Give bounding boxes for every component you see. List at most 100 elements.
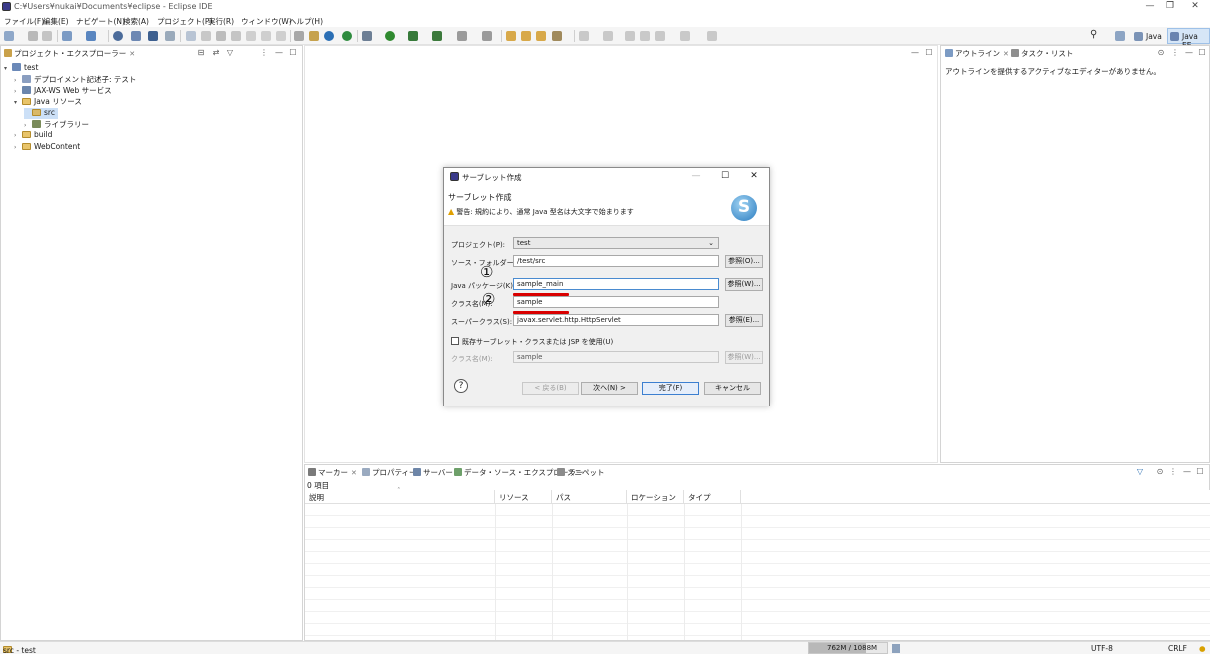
coverage-icon[interactable] xyxy=(408,31,418,41)
restore-button[interactable]: ❐ xyxy=(1160,1,1180,11)
link-editor-icon[interactable]: ⇄ xyxy=(212,49,220,57)
focus-icon[interactable]: ⊙ xyxy=(1156,468,1164,476)
minimize-view-icon[interactable]: — xyxy=(275,49,283,57)
menu-edit[interactable]: 編集(E) xyxy=(43,16,69,27)
tree-item-webcontent[interactable]: › WebContent xyxy=(14,142,80,153)
focus-icon[interactable]: ⊙ xyxy=(1157,49,1165,57)
tree-item-libraries[interactable]: › ライブラリー xyxy=(24,119,89,130)
maximize-view-icon[interactable]: ☐ xyxy=(1198,49,1206,57)
menu-window[interactable]: ウィンドウ(W) xyxy=(241,16,292,27)
view-menu-icon[interactable]: ⋮ xyxy=(1169,468,1177,476)
terminate-icon[interactable] xyxy=(216,31,226,41)
close-window-button[interactable]: ✕ xyxy=(1185,1,1205,11)
server-run-icon[interactable] xyxy=(342,31,352,41)
column-resource[interactable]: リソース xyxy=(495,490,552,504)
back-button[interactable]: < 戻る(B) xyxy=(522,382,579,395)
menu-file[interactable]: ファイル(F) xyxy=(4,16,44,27)
minimize-button[interactable]: — xyxy=(1140,1,1160,11)
forward-history-icon[interactable] xyxy=(680,31,690,41)
external-tools-icon[interactable] xyxy=(432,31,442,41)
dialog-maximize-button[interactable]: ☐ xyxy=(718,171,732,181)
new-package-icon[interactable] xyxy=(482,31,492,41)
browse-source-folder-button[interactable]: 参照(O)... xyxy=(725,255,763,268)
view-menu-icon[interactable]: ⋮ xyxy=(260,49,268,57)
maximize-view-icon[interactable]: ☐ xyxy=(1196,468,1204,476)
menu-project[interactable]: プロジェクト(P) xyxy=(157,16,212,27)
tree-item-build[interactable]: › build xyxy=(14,130,52,141)
view-menu-icon[interactable]: ⋮ xyxy=(1171,49,1179,57)
class-name-field[interactable]: sample xyxy=(513,296,719,308)
step-into-icon[interactable] xyxy=(246,31,256,41)
next-button[interactable]: 次へ(N) > xyxy=(581,382,638,395)
perspective-java[interactable]: Java xyxy=(1131,28,1166,44)
server-start-icon[interactable] xyxy=(324,31,334,41)
perspective-javaee[interactable]: Java EE xyxy=(1167,28,1210,50)
package-field[interactable]: sample_main xyxy=(513,278,719,290)
save-all-icon[interactable] xyxy=(42,31,52,41)
search-icon[interactable]: ⚲ xyxy=(1090,29,1097,40)
column-location[interactable]: ロケーション xyxy=(627,490,684,504)
tab-project-explorer[interactable]: プロジェクト・エクスプローラー ✕ xyxy=(4,48,135,59)
collapse-all-icon[interactable]: ⊟ xyxy=(197,49,205,57)
close-tab-icon[interactable]: ✕ xyxy=(1003,50,1009,58)
save-icon[interactable] xyxy=(28,31,38,41)
open-task-icon[interactable] xyxy=(521,31,531,41)
maximize-view-icon[interactable]: ☐ xyxy=(289,49,297,57)
close-tab-icon[interactable]: ✕ xyxy=(351,469,357,477)
browse-superclass-button[interactable]: 参照(E)... xyxy=(725,314,763,327)
pointer-icon[interactable] xyxy=(165,31,175,41)
step-return-icon[interactable] xyxy=(276,31,286,41)
browse-package-button[interactable]: 参照(W)... xyxy=(725,278,763,291)
project-select[interactable]: test ⌄ xyxy=(513,237,719,249)
disconnect-icon[interactable] xyxy=(231,31,241,41)
new-icon[interactable] xyxy=(4,31,14,41)
new-server-icon[interactable] xyxy=(62,31,72,41)
next-annotation-icon[interactable] xyxy=(579,31,589,41)
superclass-field[interactable]: javax.servlet.http.HttpServlet xyxy=(513,314,719,326)
menu-help[interactable]: ヘルプ(H) xyxy=(289,16,323,27)
globe-icon[interactable] xyxy=(113,31,123,41)
tab-properties[interactable]: プロパティー xyxy=(362,467,417,478)
tab-outline[interactable]: アウトライン ✕ xyxy=(945,48,1009,59)
minimize-view-icon[interactable]: — xyxy=(1185,49,1193,57)
tree-item-jaxws[interactable]: › JAX-WS Web サービス xyxy=(14,85,112,96)
minimize-editor-icon[interactable]: — xyxy=(911,49,919,57)
suspend-icon[interactable] xyxy=(201,31,211,41)
annotation-icon[interactable] xyxy=(552,31,562,41)
run-icon[interactable] xyxy=(385,31,395,41)
menu-run[interactable]: 実行(R) xyxy=(208,16,234,27)
terminal-icon[interactable] xyxy=(148,31,158,41)
dialog-minimize-button[interactable]: — xyxy=(689,171,703,181)
resume-icon[interactable] xyxy=(186,31,196,41)
menu-navigate[interactable]: ナビゲート(N) xyxy=(76,16,125,27)
help-icon[interactable]: ? xyxy=(454,379,468,393)
browse-existing-button[interactable]: 参照(W)... xyxy=(725,351,763,364)
source-folder-field[interactable]: /test/src xyxy=(513,255,719,267)
column-path[interactable]: パス xyxy=(552,490,627,504)
open-perspective-icon[interactable] xyxy=(1115,31,1125,41)
column-type[interactable]: タイプ xyxy=(684,490,741,504)
last-edit-icon[interactable] xyxy=(625,31,635,41)
drop-frame-icon[interactable] xyxy=(294,31,304,41)
cancel-button[interactable]: キャンセル xyxy=(704,382,761,395)
back-history-icon[interactable] xyxy=(655,31,665,41)
debug-icon[interactable] xyxy=(362,31,372,41)
tree-item-test[interactable]: ▾ test xyxy=(4,63,38,74)
finish-button[interactable]: 完了(F) xyxy=(642,382,699,395)
tab-task-list[interactable]: タスク・リスト xyxy=(1011,48,1073,59)
tree-item-deployment-descriptor[interactable]: › デプロイメント記述子: テスト xyxy=(14,74,136,85)
tab-snippets[interactable]: スニペット xyxy=(557,467,605,478)
dialog-close-button[interactable]: ✕ xyxy=(747,171,761,181)
existing-class-field[interactable]: sample xyxy=(513,351,719,363)
maximize-editor-icon[interactable]: ☐ xyxy=(925,49,933,57)
use-existing-checkbox[interactable]: 既存サーブレット・クラスまたは JSP を使用(U) xyxy=(451,337,613,347)
garbage-collect-icon[interactable] xyxy=(892,644,900,653)
menu-search[interactable]: 検索(A) xyxy=(123,16,149,27)
step-over-icon[interactable] xyxy=(261,31,271,41)
web-service-icon[interactable] xyxy=(86,31,96,41)
filter-icon[interactable]: ▽ xyxy=(226,49,234,57)
tip-icon[interactable]: ● xyxy=(1199,644,1206,653)
minimize-view-icon[interactable]: — xyxy=(1183,468,1191,476)
new-java-icon[interactable] xyxy=(457,31,467,41)
publish-icon[interactable] xyxy=(131,31,141,41)
